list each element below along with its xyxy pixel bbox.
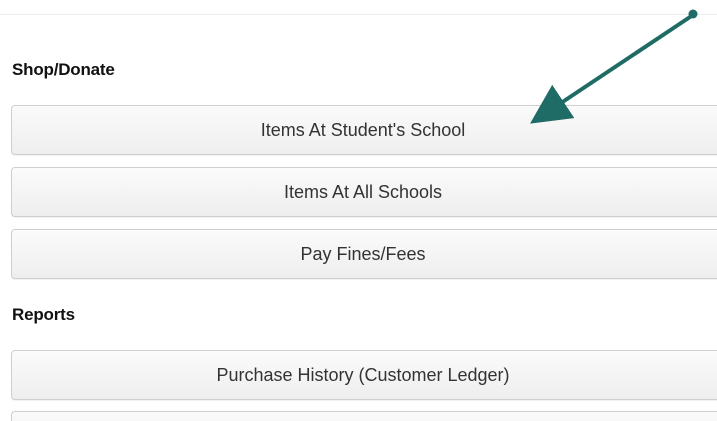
purchase-history-button[interactable]: Purchase History (Customer Ledger) (11, 350, 717, 400)
items-at-all-schools-button[interactable]: Items At All Schools (11, 167, 717, 217)
pay-fines-fees-button[interactable]: Pay Fines/Fees (11, 229, 717, 279)
purchase-history-label: Purchase History (Customer Ledger) (216, 364, 510, 385)
next-report-button-partial[interactable] (11, 411, 717, 421)
section-header-reports: Reports (12, 305, 75, 324)
items-at-all-schools-label: Items At All Schools (283, 181, 443, 202)
top-divider (0, 14, 717, 15)
section-header-shop-donate: Shop/Donate (12, 60, 115, 79)
pay-fines-fees-label: Pay Fines/Fees (300, 243, 426, 264)
items-at-students-school-button[interactable]: Items At Student's School (11, 105, 717, 155)
annotation-arrow-shaft (530, 15, 692, 124)
items-at-students-school-label: Items At Student's School (260, 119, 466, 140)
